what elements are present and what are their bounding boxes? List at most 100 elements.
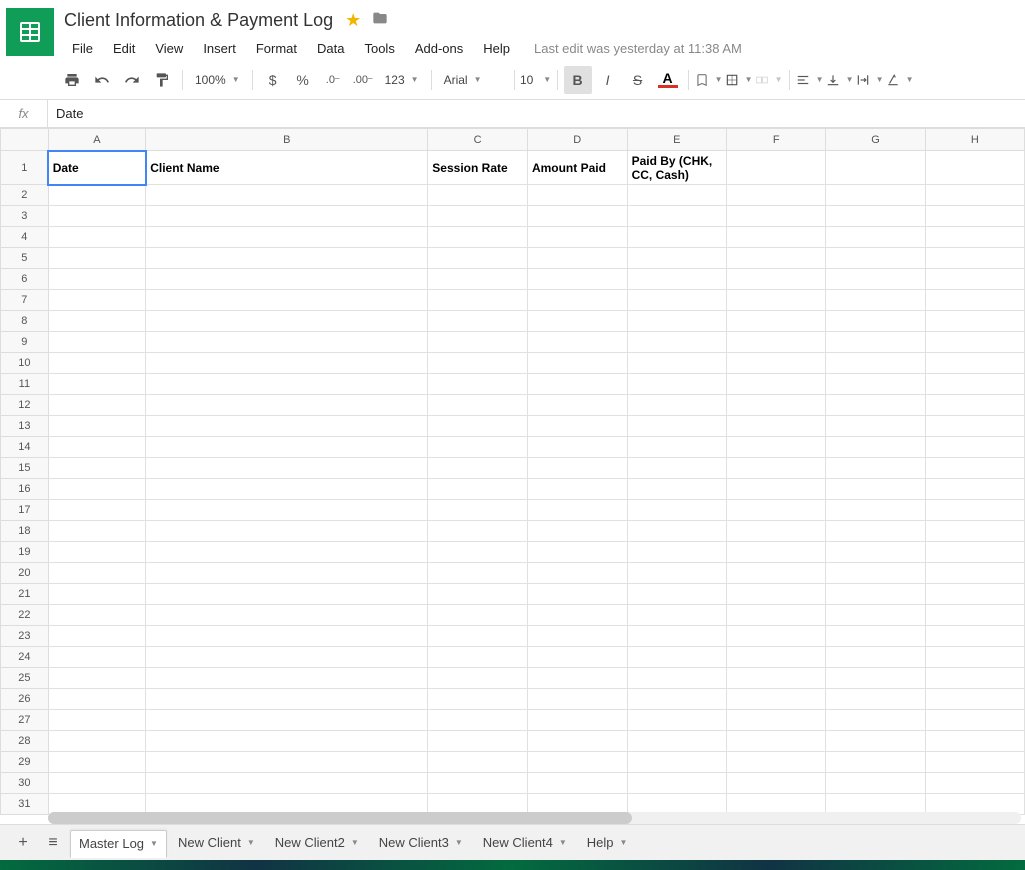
cell-H25[interactable]	[925, 668, 1024, 689]
number-format-dropdown[interactable]: 123▼	[379, 66, 425, 94]
formula-input[interactable]: Date	[48, 106, 1025, 121]
row-header-11[interactable]: 11	[1, 374, 49, 395]
cell-H29[interactable]	[925, 752, 1024, 773]
tab-menu-icon[interactable]: ▼	[247, 838, 255, 847]
cell-A21[interactable]	[48, 584, 146, 605]
row-header-25[interactable]: 25	[1, 668, 49, 689]
cell-G15[interactable]	[826, 458, 925, 479]
cell-E5[interactable]	[627, 248, 727, 269]
cell-D11[interactable]	[527, 374, 627, 395]
cell-G5[interactable]	[826, 248, 925, 269]
cell-E2[interactable]	[627, 185, 727, 206]
cell-G19[interactable]	[826, 542, 925, 563]
cell-F17[interactable]	[727, 500, 826, 521]
cell-E25[interactable]	[627, 668, 727, 689]
cell-D17[interactable]	[527, 500, 627, 521]
row-header-22[interactable]: 22	[1, 605, 49, 626]
cell-H22[interactable]	[925, 605, 1024, 626]
cell-G30[interactable]	[826, 773, 925, 794]
cell-A25[interactable]	[48, 668, 146, 689]
row-header-6[interactable]: 6	[1, 269, 49, 290]
menu-data[interactable]: Data	[309, 37, 352, 60]
select-all-corner[interactable]	[1, 129, 49, 151]
cell-F3[interactable]	[727, 206, 826, 227]
menu-add-ons[interactable]: Add-ons	[407, 37, 471, 60]
cell-G10[interactable]	[826, 353, 925, 374]
cell-E14[interactable]	[627, 437, 727, 458]
cell-A4[interactable]	[48, 227, 146, 248]
cell-H18[interactable]	[925, 521, 1024, 542]
cell-F6[interactable]	[727, 269, 826, 290]
cell-D26[interactable]	[527, 689, 627, 710]
cell-B6[interactable]	[146, 269, 428, 290]
cell-A5[interactable]	[48, 248, 146, 269]
row-header-28[interactable]: 28	[1, 731, 49, 752]
cell-B20[interactable]	[146, 563, 428, 584]
cell-F4[interactable]	[727, 227, 826, 248]
cell-C25[interactable]	[428, 668, 528, 689]
cell-E24[interactable]	[627, 647, 727, 668]
cell-A9[interactable]	[48, 332, 146, 353]
cell-C23[interactable]	[428, 626, 528, 647]
cell-G3[interactable]	[826, 206, 925, 227]
text-color-button[interactable]: A	[654, 66, 682, 94]
cell-B26[interactable]	[146, 689, 428, 710]
row-header-8[interactable]: 8	[1, 311, 49, 332]
cell-G24[interactable]	[826, 647, 925, 668]
cell-H5[interactable]	[925, 248, 1024, 269]
fill-color-button[interactable]: ▼	[695, 66, 723, 94]
font-size-dropdown[interactable]: 10▼	[521, 66, 551, 94]
cell-G18[interactable]	[826, 521, 925, 542]
vertical-align-button[interactable]: ▼	[826, 66, 854, 94]
cell-B10[interactable]	[146, 353, 428, 374]
cell-G27[interactable]	[826, 710, 925, 731]
cell-B9[interactable]	[146, 332, 428, 353]
sheet-tab-new-client2[interactable]: New Client2▼	[266, 829, 368, 857]
cell-G2[interactable]	[826, 185, 925, 206]
cell-C16[interactable]	[428, 479, 528, 500]
cell-A19[interactable]	[48, 542, 146, 563]
cell-E21[interactable]	[627, 584, 727, 605]
cell-B11[interactable]	[146, 374, 428, 395]
cell-D10[interactable]	[527, 353, 627, 374]
cell-C1[interactable]: Session Rate	[428, 151, 528, 185]
menu-insert[interactable]: Insert	[195, 37, 244, 60]
cell-B27[interactable]	[146, 710, 428, 731]
cell-A1[interactable]: Date	[48, 151, 146, 185]
cell-F25[interactable]	[727, 668, 826, 689]
cell-C9[interactable]	[428, 332, 528, 353]
cell-C27[interactable]	[428, 710, 528, 731]
cell-H26[interactable]	[925, 689, 1024, 710]
cell-D30[interactable]	[527, 773, 627, 794]
sheet-tab-new-client4[interactable]: New Client4▼	[474, 829, 576, 857]
col-header-H[interactable]: H	[925, 129, 1024, 151]
cell-D27[interactable]	[527, 710, 627, 731]
cell-B21[interactable]	[146, 584, 428, 605]
cell-F8[interactable]	[727, 311, 826, 332]
cell-C28[interactable]	[428, 731, 528, 752]
cell-C7[interactable]	[428, 290, 528, 311]
cell-H30[interactable]	[925, 773, 1024, 794]
cell-E16[interactable]	[627, 479, 727, 500]
cell-G29[interactable]	[826, 752, 925, 773]
cell-D22[interactable]	[527, 605, 627, 626]
cell-D8[interactable]	[527, 311, 627, 332]
cell-A13[interactable]	[48, 416, 146, 437]
cell-A20[interactable]	[48, 563, 146, 584]
cell-F14[interactable]	[727, 437, 826, 458]
cell-E27[interactable]	[627, 710, 727, 731]
spreadsheet-grid[interactable]: ABCDEFGH1DateClient NameSession RateAmou…	[0, 128, 1025, 826]
menu-tools[interactable]: Tools	[356, 37, 402, 60]
cell-H2[interactable]	[925, 185, 1024, 206]
cell-G14[interactable]	[826, 437, 925, 458]
cell-F22[interactable]	[727, 605, 826, 626]
cell-H21[interactable]	[925, 584, 1024, 605]
row-header-10[interactable]: 10	[1, 353, 49, 374]
cell-D15[interactable]	[527, 458, 627, 479]
cell-D14[interactable]	[527, 437, 627, 458]
row-header-18[interactable]: 18	[1, 521, 49, 542]
zoom-dropdown[interactable]: 100%▼	[189, 66, 246, 94]
cell-H28[interactable]	[925, 731, 1024, 752]
cell-C15[interactable]	[428, 458, 528, 479]
cell-H24[interactable]	[925, 647, 1024, 668]
